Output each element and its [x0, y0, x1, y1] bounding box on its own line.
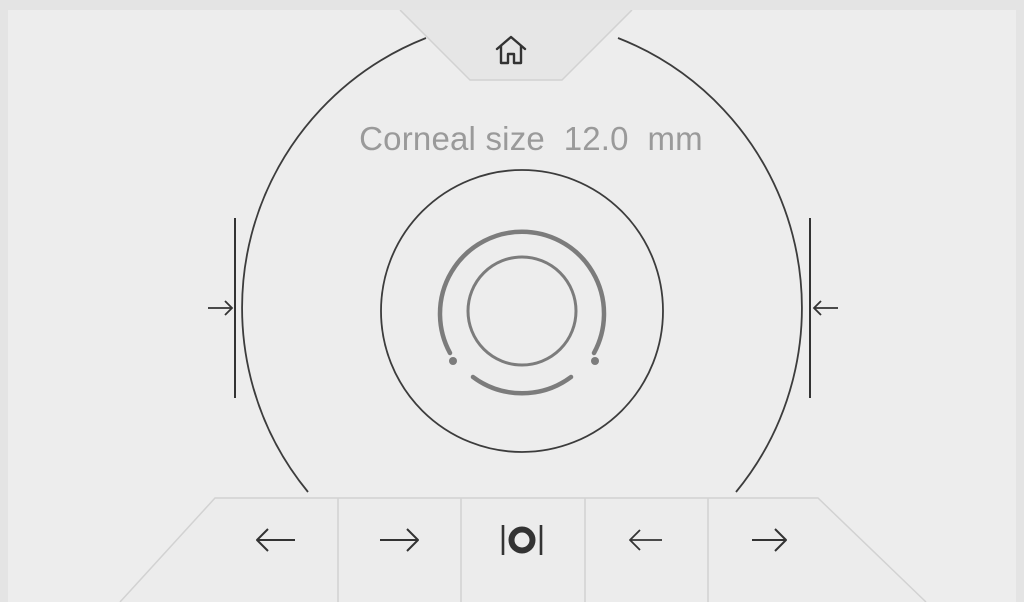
home-button[interactable]: [491, 30, 531, 70]
arrow-right-icon: [380, 528, 419, 552]
inner-ring: [466, 255, 578, 367]
indicator-lower-arc: [470, 374, 574, 396]
arrow-left-icon: [256, 528, 295, 552]
readout-label: Corneal size: [359, 120, 545, 157]
screen: Corneal size 12.0 mm: [8, 10, 1016, 602]
indicator-dot-left: [449, 357, 457, 365]
toolbar-button-shrink-left[interactable]: [585, 498, 707, 602]
indicator-upper-arc: [437, 229, 607, 356]
corneal-size-readout: Corneal size 12.0 mm: [321, 120, 741, 158]
toolbar-button-expand-right[interactable]: [708, 498, 830, 602]
arrow-right-icon: [752, 528, 787, 552]
outer-ring-left-arc: [241, 37, 427, 493]
readout-unit: mm: [647, 120, 703, 157]
outer-ring-right-arc: [617, 37, 803, 493]
readout-value: 12.0: [563, 120, 629, 157]
toolbar-button-move-right[interactable]: [338, 498, 460, 602]
right-caliper-arrow-icon: [812, 300, 838, 316]
center-ring-icon: [501, 525, 543, 555]
toolbar-button-center[interactable]: [461, 498, 583, 602]
indicator-dot-right: [591, 357, 599, 365]
middle-ring: [380, 169, 664, 453]
home-icon: [495, 35, 527, 65]
left-caliper-arrow-icon: [208, 300, 234, 316]
arrow-left-icon: [629, 529, 662, 551]
toolbar-button-move-left[interactable]: [215, 498, 337, 602]
